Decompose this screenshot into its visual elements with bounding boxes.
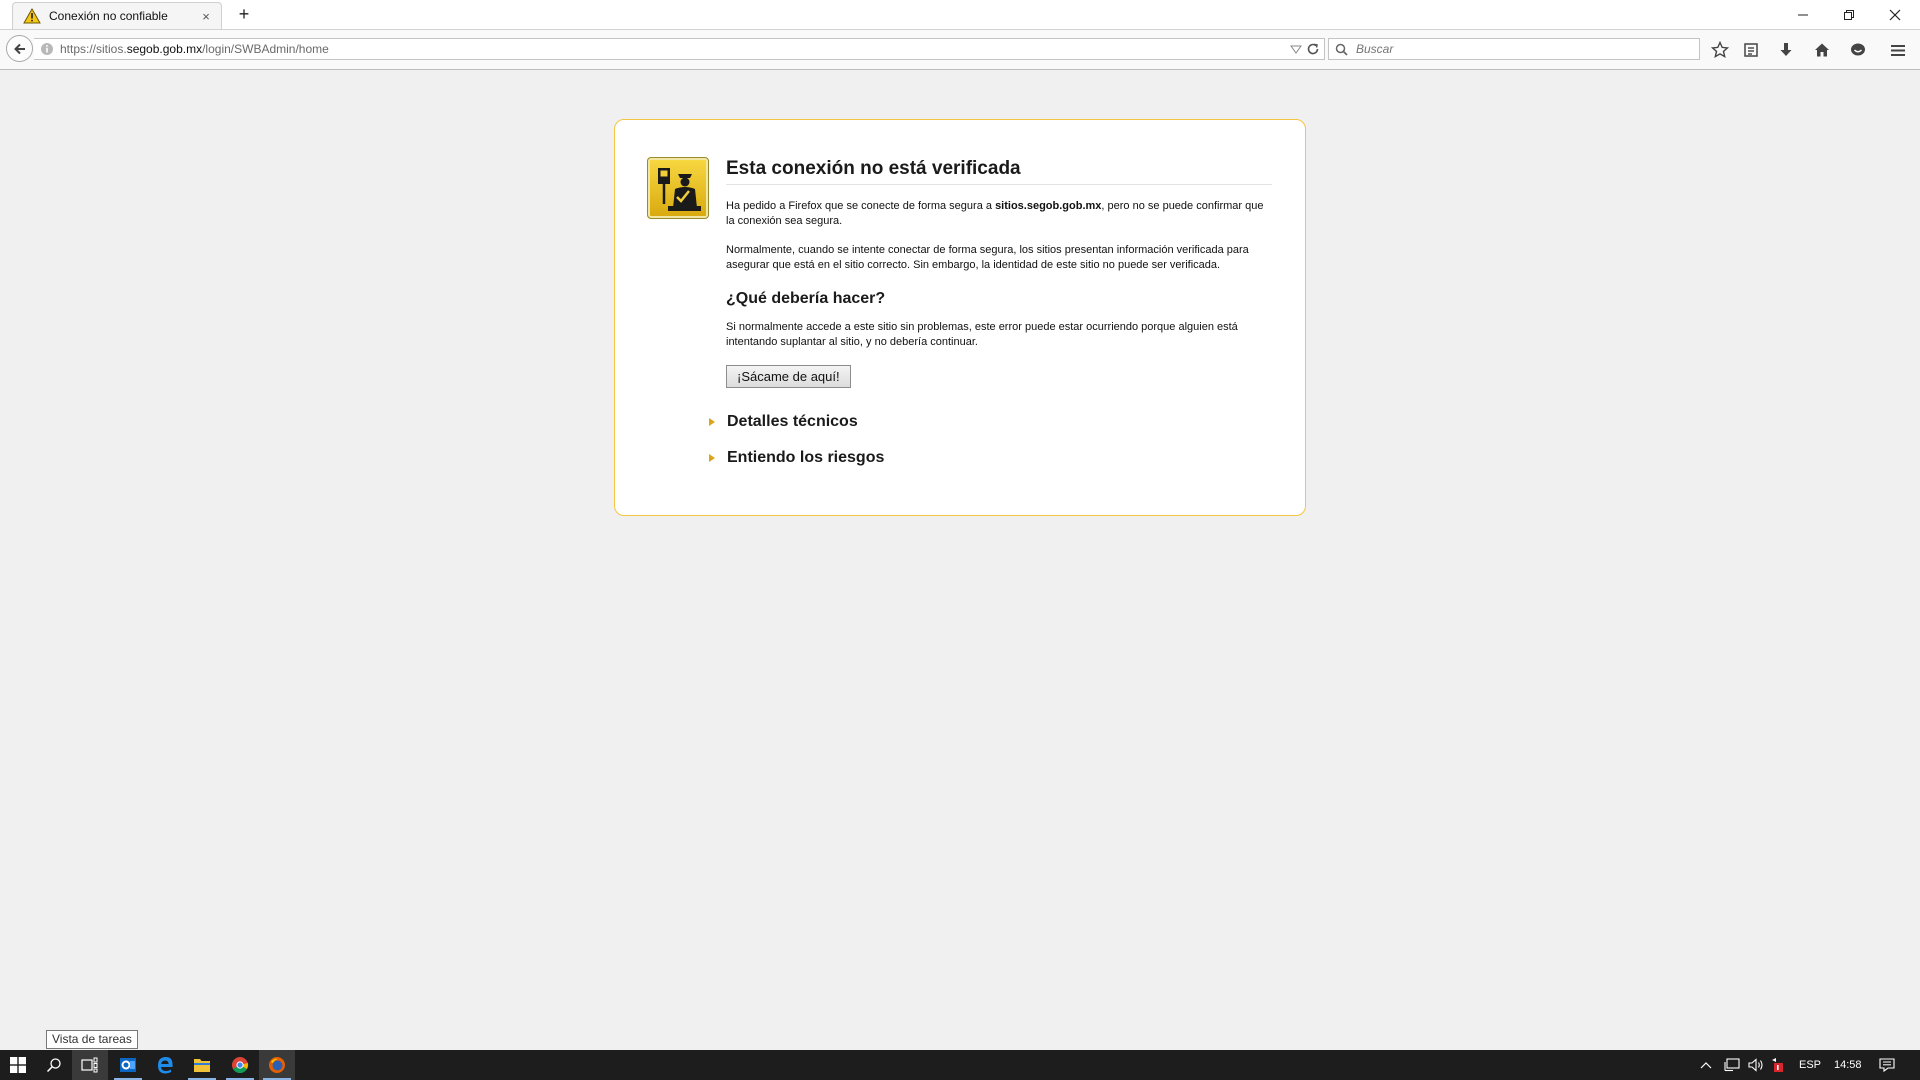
- menu-icon: [1891, 45, 1905, 56]
- understand-risks-expander[interactable]: Entiendo los riesgos: [709, 449, 884, 467]
- expand-triangle-icon: [709, 418, 715, 426]
- start-button[interactable]: [0, 1050, 36, 1080]
- search-icon: [1335, 43, 1348, 56]
- task-view-tooltip: Vista de tareas: [46, 1030, 138, 1049]
- search-icon: [46, 1058, 61, 1073]
- search-input[interactable]: [1356, 42, 1676, 56]
- reload-icon[interactable]: [1306, 42, 1320, 56]
- what-to-do-text: Si normalmente accede a este sitio sin p…: [726, 321, 1238, 348]
- firefox-icon: [269, 1057, 285, 1073]
- expand-triangle-icon: [709, 454, 715, 462]
- action-center-button[interactable]: [1872, 1050, 1902, 1080]
- star-icon: [1711, 41, 1729, 59]
- restore-icon: [1844, 9, 1854, 20]
- chat-icon: [1851, 43, 1865, 56]
- taskbar: ESP 14:58: [0, 1050, 1920, 1080]
- minimize-icon: [1798, 14, 1808, 15]
- network-icon: [1724, 1058, 1740, 1072]
- task-view-button[interactable]: [72, 1050, 108, 1080]
- new-tab-button[interactable]: +: [234, 4, 254, 24]
- taskbar-edge[interactable]: [147, 1050, 183, 1080]
- downloads-button[interactable]: [1776, 40, 1796, 60]
- open-menu-button[interactable]: [1888, 40, 1908, 60]
- security-guard-icon: [647, 157, 709, 219]
- reading-list-icon: [1744, 43, 1758, 57]
- home-button[interactable]: [1812, 40, 1832, 60]
- close-icon: [1889, 9, 1901, 20]
- tab-title: Conexión no confiable: [49, 9, 168, 23]
- taskbar-firefox[interactable]: [259, 1050, 295, 1080]
- error-title: Esta conexión no está verificada: [726, 158, 1272, 185]
- notification-icon: [1879, 1058, 1895, 1072]
- error-explanation: Normalmente, cuando se intente conectar …: [726, 244, 1249, 271]
- task-view-icon: [81, 1057, 98, 1073]
- taskbar-chrome[interactable]: [222, 1050, 258, 1080]
- tray-app-icon: [1772, 1058, 1783, 1072]
- error-host: sitios.segob.gob.mx: [995, 200, 1102, 212]
- bookmark-star-button[interactable]: [1710, 40, 1730, 60]
- taskbar-file-explorer[interactable]: [184, 1050, 220, 1080]
- history-dropdown-icon[interactable]: [1290, 43, 1302, 55]
- search-bar[interactable]: [1328, 38, 1700, 60]
- home-icon: [1815, 43, 1829, 57]
- site-info-icon[interactable]: [40, 42, 54, 56]
- reading-list-button[interactable]: [1741, 40, 1761, 60]
- what-to-do-heading: ¿Qué debería hacer?: [726, 290, 886, 307]
- back-arrow-icon: [13, 43, 25, 54]
- volume-icon: [1748, 1058, 1763, 1072]
- input-language[interactable]: ESP: [1799, 1050, 1821, 1080]
- technical-details-expander[interactable]: Detalles técnicos: [709, 413, 858, 431]
- restore-button[interactable]: [1826, 0, 1872, 29]
- error-description: Ha pedido a Firefox que se conecte de fo…: [726, 200, 1264, 227]
- technical-details-label: Detalles técnicos: [727, 413, 858, 430]
- start-icon: [10, 1057, 26, 1073]
- error-content: Esta conexión no está verificada Ha pedi…: [726, 158, 1272, 388]
- chrome-icon: [232, 1057, 249, 1073]
- close-window-button[interactable]: [1872, 0, 1918, 29]
- url-text: https://sitios.segob.gob.mx/login/SWBAdm…: [60, 42, 329, 56]
- back-button[interactable]: [6, 35, 33, 62]
- hello-chat-button[interactable]: [1848, 40, 1868, 60]
- warning-triangle-icon: [23, 8, 41, 24]
- file-explorer-icon: [194, 1059, 210, 1072]
- outlook-icon: [120, 1058, 136, 1072]
- tab-strip: Conexión no confiable × +: [0, 0, 1920, 29]
- taskbar-clock[interactable]: 14:58: [1834, 1050, 1862, 1080]
- minimize-button[interactable]: [1780, 0, 1826, 29]
- get-me-out-button[interactable]: ¡Sácame de aquí!: [726, 365, 851, 388]
- taskbar-search-button[interactable]: [36, 1050, 72, 1080]
- edge-icon: [158, 1057, 173, 1074]
- tab-conexion-no-confiable[interactable]: Conexión no confiable ×: [12, 2, 222, 29]
- url-bar[interactable]: https://sitios.segob.gob.mx/login/SWBAdm…: [34, 38, 1325, 60]
- certificate-error-panel: Esta conexión no está verificada Ha pedi…: [614, 119, 1306, 516]
- download-icon: [1780, 43, 1792, 56]
- understand-risks-label: Entiendo los riesgos: [727, 449, 885, 466]
- navigation-toolbar: https://sitios.segob.gob.mx/login/SWBAdm…: [0, 29, 1920, 70]
- tab-close-icon[interactable]: ×: [199, 9, 213, 24]
- app-tray-button[interactable]: [1764, 1050, 1792, 1080]
- chevron-up-icon: [1700, 1062, 1712, 1069]
- taskbar-outlook[interactable]: [110, 1050, 146, 1080]
